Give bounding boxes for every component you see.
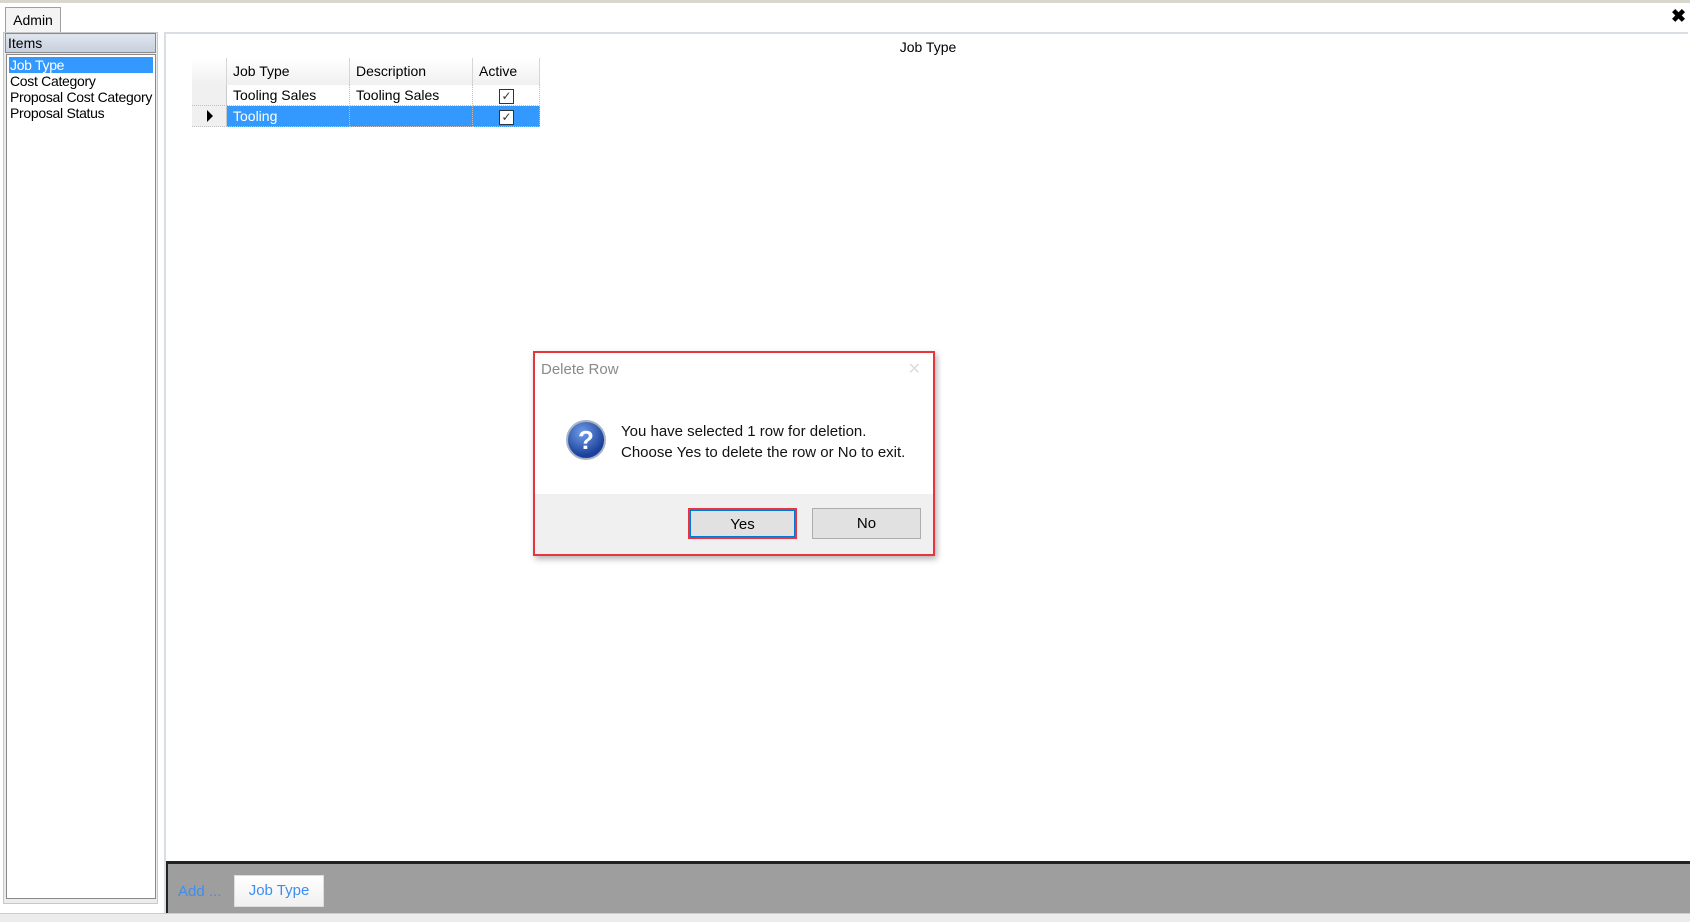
column-header-job-type[interactable]: Job Type [227, 58, 350, 85]
sidebar: Items Job Type Cost Category Proposal Co… [3, 32, 158, 904]
dialog-close-icon[interactable]: ✕ [908, 359, 921, 379]
sidebar-item-cost-category[interactable]: Cost Category [7, 73, 155, 89]
top-border [0, 0, 1690, 3]
job-type-button[interactable]: Job Type [234, 875, 324, 907]
row-header[interactable] [192, 85, 227, 106]
bottom-toolbar: Add ... Job Type [166, 861, 1690, 913]
cell-description[interactable] [350, 106, 473, 127]
status-bar [0, 913, 1690, 922]
active-checkbox[interactable]: ✓ [499, 88, 514, 104]
question-icon: ? [566, 420, 606, 460]
cell-description[interactable]: Tooling Sales [350, 85, 473, 106]
current-row-arrow-icon [207, 110, 213, 122]
no-button[interactable]: No [812, 508, 921, 539]
tab-admin[interactable]: Admin [5, 7, 61, 33]
add-link[interactable]: Add ... [178, 883, 221, 900]
sidebar-list: Job Type Cost Category Proposal Cost Cat… [6, 54, 156, 899]
cell-job-type[interactable]: Tooling [227, 106, 350, 127]
cell-job-type[interactable]: Tooling Sales [227, 85, 350, 106]
dialog-footer: Yes No [535, 494, 933, 554]
active-checkbox[interactable]: ✓ [499, 109, 514, 125]
row-header-corner [192, 58, 227, 85]
message-line-1: You have selected 1 row for deletion. [621, 423, 867, 440]
table-row[interactable]: Tooling ✓ [192, 106, 540, 127]
close-icon[interactable]: ✖ [1671, 6, 1686, 27]
dialog-message: You have selected 1 row for deletion. Ch… [621, 421, 905, 463]
grid-header: Job Type Description Active [192, 58, 540, 85]
cell-active[interactable]: ✓ [473, 106, 540, 127]
sidebar-item-proposal-status[interactable]: Proposal Status [7, 105, 155, 121]
row-header[interactable] [192, 106, 227, 127]
sidebar-item-job-type[interactable]: Job Type [9, 57, 153, 73]
dialog-title: Delete Row [541, 361, 619, 378]
yes-button[interactable]: Yes [688, 508, 797, 539]
sidebar-header: Items [5, 33, 156, 53]
table-row[interactable]: Tooling Sales Tooling Sales ✓ [192, 85, 540, 106]
message-line-2: Choose Yes to delete the row or No to ex… [621, 444, 906, 461]
sidebar-item-proposal-cost-category[interactable]: Proposal Cost Category [7, 89, 155, 105]
delete-row-dialog: Delete Row ✕ ? You have selected 1 row f… [533, 351, 935, 556]
data-grid: Job Type Description Active Tooling Sale… [192, 58, 540, 127]
cell-active[interactable]: ✓ [473, 85, 540, 106]
column-header-description[interactable]: Description [350, 58, 473, 85]
page-title: Job Type [899, 39, 957, 55]
column-header-active[interactable]: Active [473, 58, 540, 85]
